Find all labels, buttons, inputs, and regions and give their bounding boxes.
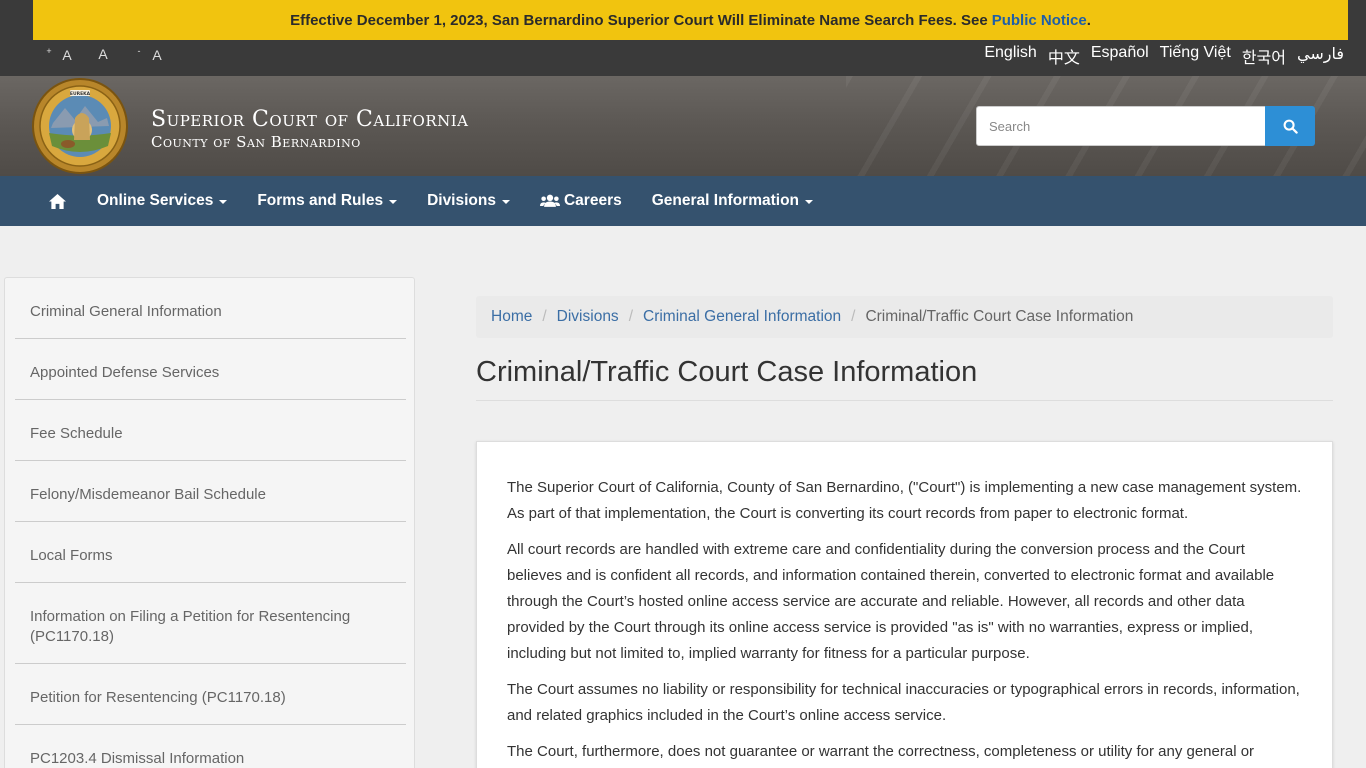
caret-down-icon (805, 200, 814, 204)
lang-spanish[interactable]: Español (1091, 44, 1149, 68)
notice-banner: Effective December 1, 2023, San Bernardi… (33, 0, 1348, 40)
breadcrumb-separator: / (542, 308, 547, 325)
sidebar-item-local-forms[interactable]: Local Forms (15, 546, 406, 583)
breadcrumb-current: Criminal/Traffic Court Case Information (865, 308, 1134, 325)
breadcrumb-home[interactable]: Home (491, 308, 532, 326)
nav-careers[interactable]: Careers (539, 192, 622, 210)
sidebar-item-fee-schedule[interactable]: Fee Schedule (15, 424, 406, 461)
search-icon (1283, 119, 1298, 134)
site-subtitle[interactable]: County of San Bernardino (151, 133, 361, 151)
lang-chinese[interactable]: 中文 (1048, 44, 1080, 68)
breadcrumb: Home / Divisions / Criminal General Info… (476, 296, 1333, 338)
content-panel: The Superior Court of California, County… (476, 441, 1333, 768)
lang-vietnamese[interactable]: Tiếng Việt (1160, 44, 1231, 68)
breadcrumb-separator: / (851, 308, 856, 325)
nav-general-information[interactable]: General Information (652, 192, 814, 210)
caret-down-icon (389, 200, 398, 204)
notice-text: Effective December 1, 2023, San Bernardi… (290, 11, 988, 29)
home-link[interactable] (47, 191, 67, 211)
caret-down-icon (219, 200, 228, 204)
sidebar: Criminal General Information Appointed D… (4, 277, 415, 768)
users-icon (539, 194, 560, 207)
top-strip: Effective December 1, 2023, San Bernardi… (0, 0, 1366, 76)
main-nav: Online Services Forms and Rules Division… (0, 176, 1366, 226)
breadcrumb-criminal-general-information[interactable]: Criminal General Information (643, 308, 841, 326)
sidebar-item-resentencing-petition[interactable]: Petition for Resentencing (PC1170.18) (15, 688, 406, 725)
sidebar-item-resentencing-info[interactable]: Information on Filing a Petition for Res… (15, 607, 406, 664)
search-input[interactable] (976, 106, 1266, 146)
sidebar-item-bail-schedule[interactable]: Felony/Misdemeanor Bail Schedule (15, 485, 406, 522)
site-title[interactable]: Superior Court of California (151, 107, 469, 132)
caret-down-icon (501, 200, 510, 204)
search-button[interactable] (1265, 106, 1315, 146)
lang-english[interactable]: English (984, 44, 1036, 68)
sidebar-item-dismissal-information[interactable]: PC1203.4 Dismissal Information (15, 749, 406, 768)
court-seal-logo[interactable]: EUREKA (30, 78, 130, 174)
font-size-controls: + A A -A (40, 46, 166, 63)
svg-text:EUREKA: EUREKA (70, 91, 91, 97)
nav-divisions[interactable]: Divisions (427, 192, 510, 210)
language-selector: English 中文 Español Tiếng Việt 한국어 فارسي (984, 44, 1344, 68)
lang-korean[interactable]: 한국어 (1242, 44, 1286, 68)
font-normal-button[interactable]: A (94, 46, 112, 63)
page-title: Criminal/Traffic Court Case Information (476, 356, 978, 388)
content-paragraph: All court records are handled with extre… (507, 541, 1275, 662)
nav-forms-and-rules[interactable]: Forms and Rules (257, 192, 398, 210)
breadcrumb-divisions[interactable]: Divisions (557, 308, 619, 326)
title-divider (476, 400, 1333, 401)
public-notice-link[interactable]: Public Notice (992, 12, 1087, 29)
nav-online-services[interactable]: Online Services (97, 192, 228, 210)
breadcrumb-separator: / (628, 308, 633, 325)
content-paragraph: The Court assumes no liability or respon… (507, 681, 1300, 724)
content-paragraph: The Court, furthermore, does not guarant… (507, 743, 1255, 760)
font-increase-button[interactable]: + A (40, 46, 76, 63)
sidebar-item-appointed-defense-services[interactable]: Appointed Defense Services (15, 363, 406, 400)
font-decrease-button[interactable]: -A (130, 46, 166, 63)
content-paragraph: The Superior Court of California, County… (507, 479, 1302, 522)
site-header: EUREKA Superior Court of California Coun… (0, 76, 1366, 176)
sidebar-item-criminal-general-information[interactable]: Criminal General Information (15, 302, 406, 339)
lang-farsi[interactable]: فارسي (1297, 44, 1344, 68)
home-icon (48, 193, 66, 209)
notice-end: . (1086, 11, 1091, 29)
